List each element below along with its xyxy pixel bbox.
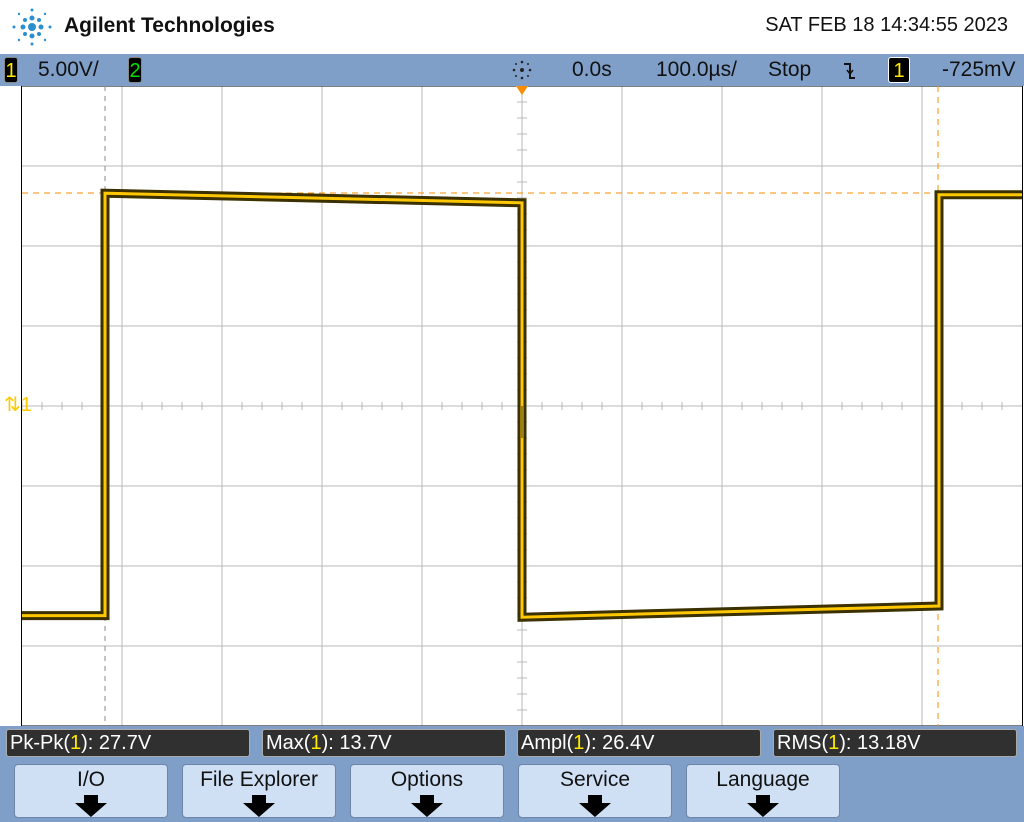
measurement-ampl[interactable]: Ampl(1): 26.4V (517, 729, 761, 757)
trigger-position-marker (516, 86, 528, 95)
status-bar: 1 5.00V/ 2 0.0s 100.0µs/ Stop 1 -725mV (0, 54, 1024, 86)
measurement-rms[interactable]: RMS(1): 13.18V (773, 729, 1017, 757)
measurement-max[interactable]: Max(1): 13.7V (262, 729, 506, 757)
trace-line (22, 191, 1022, 619)
waveform-display[interactable]: ⇅1 (0, 85, 1024, 727)
io-softkey[interactable]: I/O (14, 764, 168, 818)
channel-1-ground-marker[interactable]: ⇅1 (4, 392, 32, 417)
measurements-bar: Pk-Pk(1): 27.7V Max(1): 13.7V Ampl(1): 2… (0, 726, 1024, 760)
run-state[interactable]: Stop (768, 58, 811, 82)
softkey-bar: I/O File Explorer Options Service Langua… (0, 760, 1024, 822)
channel-1-scale[interactable]: 5.00V/ (38, 58, 99, 82)
date-time: SAT FEB 18 14:34:55 2023 (765, 14, 1008, 36)
channel-1-badge[interactable]: 1 (4, 57, 18, 83)
trigger-source-badge[interactable]: 1 (888, 57, 910, 83)
channel-1-trace (22, 188, 1022, 622)
options-softkey[interactable]: Options (350, 764, 504, 818)
time-scale[interactable]: 100.0µs/ (656, 58, 737, 82)
arrow-down-icon (75, 795, 107, 817)
brand-name: Agilent Technologies (64, 14, 275, 37)
acquisition-icon (512, 60, 532, 80)
language-softkey[interactable]: Language (686, 764, 840, 818)
ground-marker-label: 1 (20, 394, 32, 416)
header: Agilent Technologies SAT FEB 18 14:34:55… (0, 0, 1024, 54)
trigger-falling-edge-icon (844, 63, 855, 79)
arrow-down-icon (411, 795, 443, 817)
agilent-logo-icon (12, 8, 52, 46)
trigger-level[interactable]: -725mV (942, 58, 1016, 82)
file-explorer-softkey[interactable]: File Explorer (182, 764, 336, 818)
channel-2-badge[interactable]: 2 (128, 57, 142, 83)
arrow-down-icon (747, 795, 779, 817)
arrow-down-icon (243, 795, 275, 817)
measurement-pk-pk[interactable]: Pk-Pk(1): 27.7V (6, 729, 250, 757)
time-delay[interactable]: 0.0s (572, 58, 612, 82)
service-softkey[interactable]: Service (518, 764, 672, 818)
waveform-plot (21, 85, 1023, 727)
arrow-down-icon (579, 795, 611, 817)
